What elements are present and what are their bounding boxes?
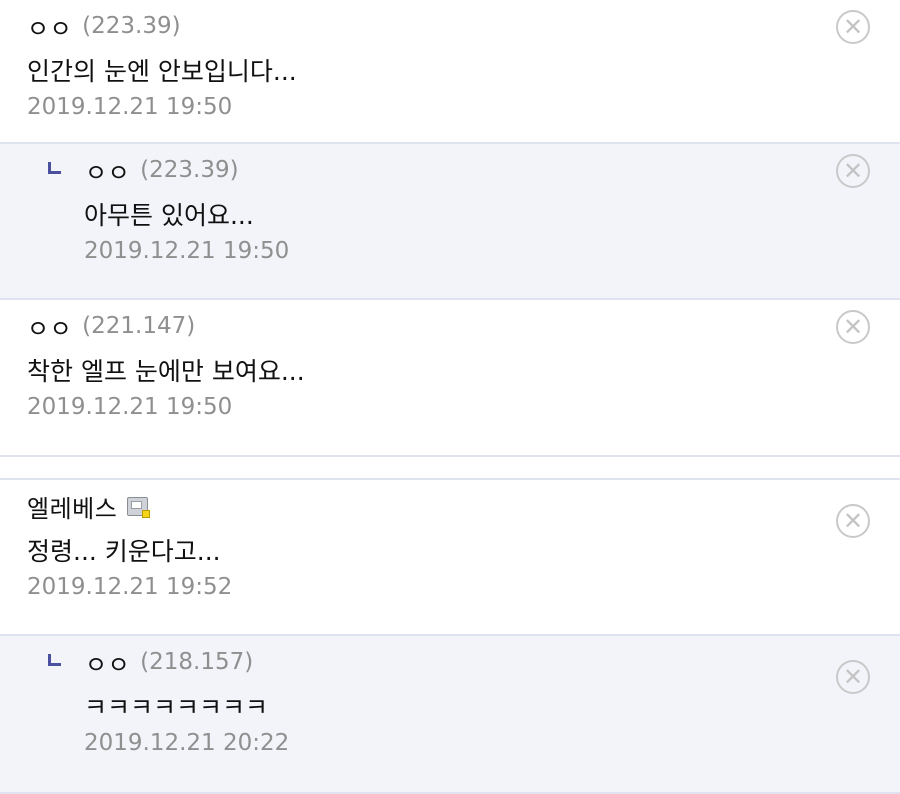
comment-nickname[interactable]: ㅇㅇ xyxy=(27,9,72,44)
comment-text: 착한 엘프 눈에만 보여요... xyxy=(27,357,305,386)
comment-date: 2019.12.21 19:50 xyxy=(27,94,233,120)
comment-ip: (218.157) xyxy=(140,649,254,675)
comment-nickname[interactable]: ㅇㅇ xyxy=(27,309,72,344)
comment-header: 엘레베스 xyxy=(27,489,151,524)
comment-header: ㅇㅇ (223.39) xyxy=(27,9,181,44)
comment-ip: (223.39) xyxy=(140,157,239,183)
comment-date: 2019.12.21 19:50 xyxy=(84,238,290,264)
comment-header: ㅇㅇ (218.157) xyxy=(48,645,254,680)
section-divider xyxy=(0,457,900,480)
comment-text: 인간의 눈엔 안보입니다... xyxy=(27,57,297,86)
comment-item: 엘레베스 정령... 키운다고... 2019.12.21 19:52 ✕ xyxy=(0,480,900,636)
close-circle-icon[interactable]: ✕ xyxy=(836,504,870,538)
close-circle-icon[interactable]: ✕ xyxy=(836,10,870,44)
reply-item: ㅇㅇ (218.157) ㅋㅋㅋㅋㅋㅋㅋㅋ 2019.12.21 20:22 ✕ xyxy=(0,636,900,794)
comment-text: 아무튼 있어요... xyxy=(84,201,254,230)
comment-header: ㅇㅇ (223.39) xyxy=(48,153,239,188)
close-circle-icon[interactable]: ✕ xyxy=(836,660,870,694)
comment-text: ㅋㅋㅋㅋㅋㅋㅋㅋ xyxy=(84,693,269,722)
comment-date: 2019.12.21 19:52 xyxy=(27,574,233,600)
comment-item: ㅇㅇ (223.39) 인간의 눈엔 안보입니다... 2019.12.21 1… xyxy=(0,0,900,144)
comment-list: ㅇㅇ (223.39) 인간의 눈엔 안보입니다... 2019.12.21 1… xyxy=(0,0,900,794)
comment-date: 2019.12.21 19:50 xyxy=(27,394,233,420)
comment-nickname[interactable]: ㅇㅇ xyxy=(85,645,130,680)
gallog-icon[interactable] xyxy=(127,496,151,518)
comment-date: 2019.12.21 20:22 xyxy=(84,730,290,756)
comment-item: ㅇㅇ (221.147) 착한 엘프 눈에만 보여요... 2019.12.21… xyxy=(0,300,900,457)
close-circle-icon[interactable]: ✕ xyxy=(836,310,870,344)
reply-arrow-icon xyxy=(48,654,61,666)
comment-header: ㅇㅇ (221.147) xyxy=(27,309,196,344)
comment-nickname[interactable]: 엘레베스 xyxy=(27,489,117,524)
comment-ip: (221.147) xyxy=(82,313,196,339)
comment-text: 정령... 키운다고... xyxy=(27,537,221,566)
reply-arrow-icon xyxy=(48,162,61,174)
reply-item: ㅇㅇ (223.39) 아무튼 있어요... 2019.12.21 19:50 … xyxy=(0,144,900,300)
comment-ip: (223.39) xyxy=(82,13,181,39)
close-circle-icon[interactable]: ✕ xyxy=(836,154,870,188)
comment-nickname[interactable]: ㅇㅇ xyxy=(85,153,130,188)
